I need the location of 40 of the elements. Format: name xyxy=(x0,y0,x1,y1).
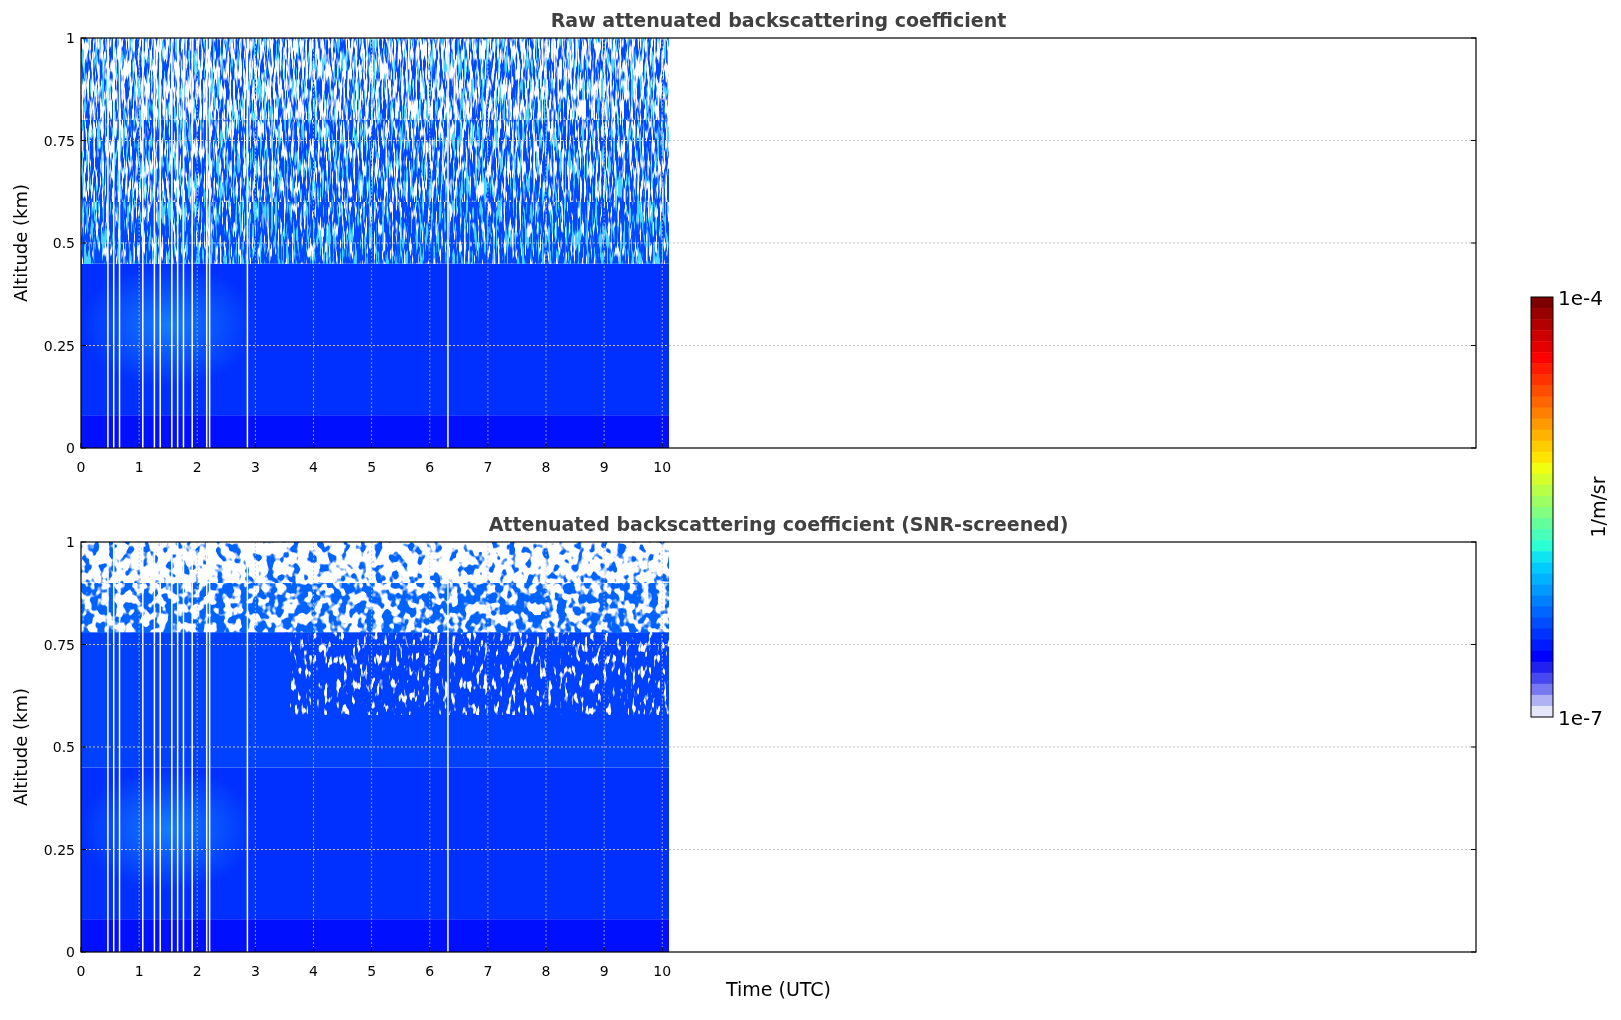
colorbar-max-label: 1e-4 xyxy=(1558,286,1603,310)
x-tick-label: 6 xyxy=(425,963,435,978)
x-tick-label: 8 xyxy=(541,963,551,978)
x-tick-label: 7 xyxy=(483,963,493,978)
x-tick-label: 3 xyxy=(250,963,260,978)
x-tick-label: 5 xyxy=(367,963,377,978)
y-tick-label: 0.25 xyxy=(43,841,75,858)
x-tick-label: 1 xyxy=(134,963,144,978)
x-tick-label: 8 xyxy=(541,459,551,475)
y-tick-label: 0.5 xyxy=(52,739,75,755)
y-tick-label: 1 xyxy=(66,534,75,550)
y-tick-label: 0 xyxy=(66,440,75,456)
x-axis-label: Time (UTC) xyxy=(726,978,831,1000)
x-tick-label: 0 xyxy=(76,963,86,978)
colorbar-min-label: 1e-7 xyxy=(1558,706,1603,730)
x-tick-label: 4 xyxy=(309,963,318,978)
x-tick-label: 3 xyxy=(250,459,260,475)
chart-title: Raw attenuated backscattering coefficient xyxy=(550,9,1007,31)
x-tick-label: 0 xyxy=(76,459,86,475)
x-tick-label: 9 xyxy=(599,963,609,978)
x-tick-label: 5 xyxy=(367,459,377,475)
x-tick-label: 6 xyxy=(425,459,435,475)
y-axis-label: Altitude (km) xyxy=(10,183,31,303)
x-tick-label: 10 xyxy=(653,963,672,978)
x-tick-label: 10 xyxy=(653,459,672,475)
x-tick-label: 9 xyxy=(599,459,609,475)
y-tick-label: 0.25 xyxy=(43,337,75,354)
chart-title: Attenuated backscattering coefficient (SNR-screened) xyxy=(488,513,1069,535)
y-tick-label: 1 xyxy=(66,30,75,46)
colorbar-label: 1/m/sr xyxy=(1587,476,1609,538)
y-tick-label: 0 xyxy=(66,944,75,960)
y-tick-label: 0.5 xyxy=(52,235,75,251)
x-tick-label: 7 xyxy=(483,459,493,475)
y-axis-label: Altitude (km) xyxy=(10,687,31,807)
y-tick-label: 0.75 xyxy=(43,636,75,653)
x-tick-label: 2 xyxy=(192,459,202,475)
y-tick-label: 0.75 xyxy=(43,132,75,149)
x-tick-label: 4 xyxy=(309,459,318,475)
x-tick-label: 1 xyxy=(134,459,144,475)
x-tick-label: 2 xyxy=(192,963,202,978)
